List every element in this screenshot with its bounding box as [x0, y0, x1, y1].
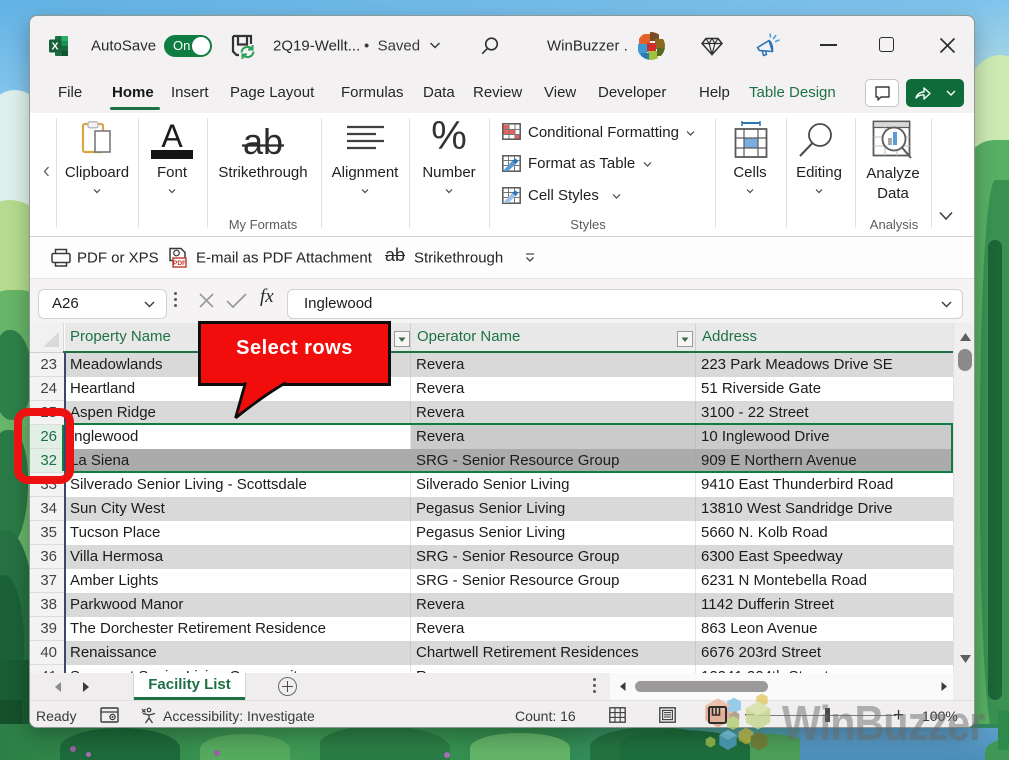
svg-text:A: A — [161, 121, 183, 154]
svg-text:PDF: PDF — [173, 260, 186, 267]
svg-text:ab: ab — [243, 121, 283, 161]
svg-text:X: X — [51, 41, 58, 53]
